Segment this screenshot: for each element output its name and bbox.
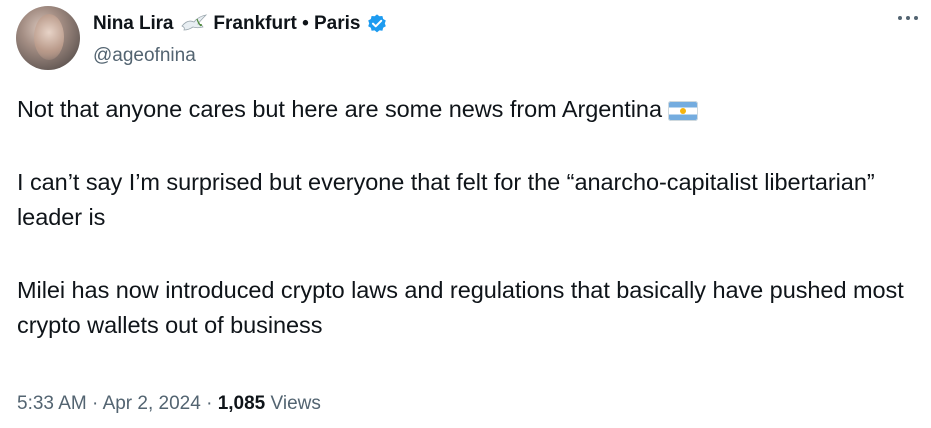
tweet-paragraph-3: Milei has now introduced crypto laws and… [17,277,904,338]
meta-separator: · [200,393,218,414]
avatar[interactable] [16,6,80,70]
tweet-header: Nina Lira Frankfurt • Paris @ageofnina [93,11,388,67]
name-row: Nina Lira Frankfurt • Paris [93,11,388,37]
dove-icon [181,14,208,31]
argentina-flag-icon [667,101,698,121]
views-count: 1,085 [217,393,266,414]
tweet-text: Not that anyone cares but here are some … [17,92,922,381]
author-location: Frankfurt • Paris [213,13,361,34]
tweet-card: Nina Lira Frankfurt • Paris @ageofnina N… [0,0,931,428]
tweet-paragraph-1-text: Not that anyone cares but here are some … [17,96,662,122]
tweet-paragraph-1: Not that anyone cares but here are some … [17,92,922,127]
author-name[interactable]: Nina Lira [93,13,174,35]
more-options-icon[interactable] [896,8,920,28]
author-handle[interactable]: @ageofnina [93,45,388,67]
verified-badge-icon [367,14,386,33]
tweet-paragraph-2: I can’t say I’m surprised but everyone t… [17,169,875,230]
tweet-meta: 5:33 AM · Apr 2, 2024 · 1,085 Views [17,393,321,415]
tweet-time[interactable]: 5:33 AM [17,393,87,414]
meta-separator: · [86,393,103,414]
tweet-date[interactable]: Apr 2, 2024 [103,393,201,414]
views-label: Views [265,393,321,414]
